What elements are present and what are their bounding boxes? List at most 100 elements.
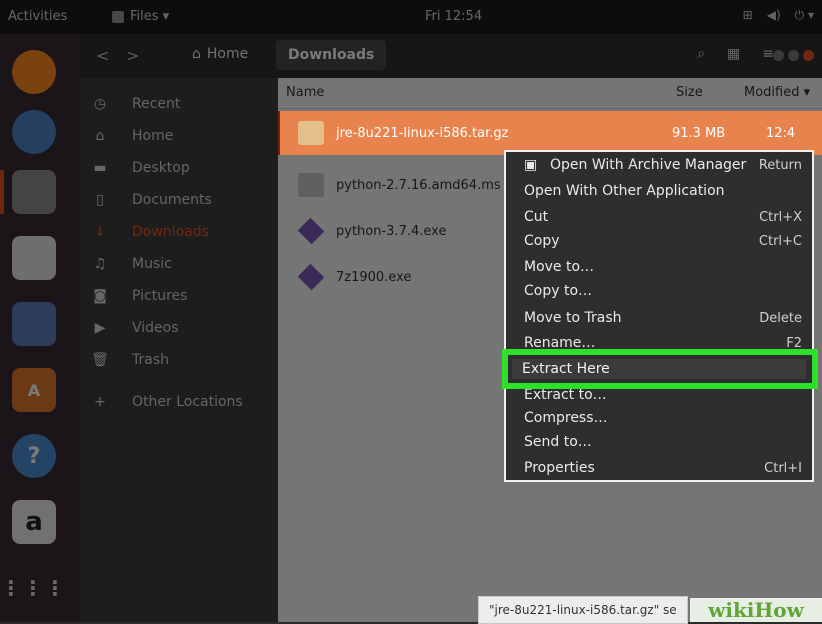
video-icon: ▶ xyxy=(94,320,106,336)
sidebar-item-home[interactable]: ⌂ Home xyxy=(80,120,278,152)
selected-file-row[interactable]: jre-8u221-linux-i586.tar.gz 91.3 MB 12:4 xyxy=(280,111,822,155)
writer-icon[interactable] xyxy=(12,302,56,346)
menu-item-label: Open With Archive Manager xyxy=(550,157,747,173)
menu-item-shortcut: Ctrl+I xyxy=(764,460,802,476)
top-bar: Activities Files ▾ Fri 12:54 ⊞ ◀) ⏻ ▾ xyxy=(0,0,822,34)
sidebar-item-label: Home xyxy=(132,128,174,144)
exe-icon xyxy=(297,217,325,245)
column-name[interactable]: Name xyxy=(286,85,324,100)
menu-item-compress[interactable]: Compress… xyxy=(524,407,806,429)
files-icon xyxy=(112,10,124,23)
clock[interactable]: Fri 12:54 xyxy=(425,9,482,24)
active-indicator xyxy=(0,170,4,214)
column-size[interactable]: Size xyxy=(676,85,703,100)
search-icon[interactable]: ⌕ xyxy=(697,46,705,62)
sidebar-item-trash[interactable]: 🗑 Trash xyxy=(80,344,278,376)
package-icon xyxy=(298,173,324,197)
menu-item-label: Open With Other Application xyxy=(524,183,725,199)
view-grid-icon[interactable]: ▦ xyxy=(727,46,740,62)
menu-item-cut[interactable]: Cut Ctrl+X xyxy=(524,206,806,228)
power-icon: ⏻ ▾ xyxy=(794,8,814,22)
firefox-icon[interactable] xyxy=(12,50,56,94)
menu-item-open-archive-manager[interactable]: ▣ Open With Archive Manager Return xyxy=(524,154,806,176)
system-tray[interactable]: ⊞ ◀) ⏻ ▾ xyxy=(743,8,814,23)
context-menu: ▣ Open With Archive Manager Return Open Wi… xyxy=(504,150,814,482)
activities-button[interactable]: Activities xyxy=(8,9,67,24)
menu-item-send-to[interactable]: Send to… xyxy=(524,431,806,453)
amazon-icon[interactable]: a xyxy=(12,500,56,544)
sidebar-item-label: Music xyxy=(132,256,172,272)
menu-item-label: Send to… xyxy=(524,434,592,450)
column-header: Name Size Modified ▾ xyxy=(278,78,822,109)
menu-item-properties[interactable]: Properties Ctrl+I xyxy=(524,457,806,479)
selected-file-size: 91.3 MB xyxy=(672,125,726,141)
dock: A ? a ⋮⋮⋮ xyxy=(0,34,80,622)
trash-icon: 🗑 xyxy=(91,352,109,368)
files-app-menu-label: Files ▾ xyxy=(130,9,170,24)
menu-item-label: Properties xyxy=(524,460,595,476)
files-dock-icon[interactable] xyxy=(12,170,56,214)
minimize-button[interactable] xyxy=(773,50,784,61)
sidebar-item-label: Videos xyxy=(132,320,179,336)
back-button[interactable]: < xyxy=(96,46,109,65)
menu-item-move-to[interactable]: Move to… xyxy=(524,256,806,278)
menu-item-move-to-trash[interactable]: Move to Trash Delete xyxy=(524,307,806,329)
menu-item-copy-to[interactable]: Copy to… xyxy=(524,280,806,302)
files-app-menu[interactable]: Files ▾ xyxy=(112,9,169,24)
sidebar-item-label: Pictures xyxy=(132,288,188,304)
close-button[interactable] xyxy=(803,50,814,61)
home-icon: ⌂ xyxy=(95,128,105,144)
folder-icon: ▬ xyxy=(93,160,107,176)
breadcrumb-home[interactable]: ⌂ Home xyxy=(192,46,248,62)
sidebar-item-label: Desktop xyxy=(132,160,190,176)
menu-item-copy[interactable]: Copy Ctrl+C xyxy=(524,230,806,252)
forward-button[interactable]: > xyxy=(126,46,139,65)
sidebar-item-label: Trash xyxy=(132,352,169,368)
sidebar-item-label: Recent xyxy=(132,96,181,112)
breadcrumb-home-label: Home xyxy=(206,46,249,62)
file-name: python-2.7.16.amd64.ms xyxy=(336,177,501,193)
menu-item-shortcut: Ctrl+X xyxy=(759,209,802,225)
menu-item-label: Copy xyxy=(524,233,560,249)
network-icon: ⊞ xyxy=(742,8,753,22)
maximize-button[interactable] xyxy=(788,50,799,61)
help-icon[interactable]: ? xyxy=(12,434,56,478)
column-modified[interactable]: Modified ▾ xyxy=(744,85,810,100)
menu-item-shortcut: Return xyxy=(758,157,802,173)
header-bar: < > ⌂ Home Downloads ⌕ ▦ ≡ xyxy=(80,34,822,78)
exe-icon xyxy=(297,263,325,291)
status-bar: "jre-8u221-linux-i586.tar.gz" se xyxy=(478,596,688,624)
menu-item-label: Move to… xyxy=(524,259,595,275)
home-icon: ⌂ xyxy=(192,46,201,62)
sidebar-item-videos[interactable]: ▶ Videos xyxy=(80,312,278,344)
menu-item-shortcut: Delete xyxy=(759,310,802,326)
sidebar-item-music[interactable]: ♫ Music xyxy=(80,248,278,280)
archive-icon xyxy=(298,121,324,145)
menu-item-shortcut: Ctrl+C xyxy=(758,233,802,249)
apps-grid-icon[interactable]: ⋮⋮⋮ xyxy=(1,566,65,610)
rhythmbox-icon[interactable] xyxy=(12,236,56,280)
menu-item-label: Compress… xyxy=(524,410,608,426)
breadcrumb-downloads[interactable]: Downloads xyxy=(276,40,387,70)
file-name: python-3.7.4.exe xyxy=(336,223,447,239)
menu-item-extract-here[interactable]: Extract Here xyxy=(522,359,610,379)
sidebar-item-label: Other Locations xyxy=(132,394,243,410)
menu-item-open-other[interactable]: Open With Other Application xyxy=(524,180,806,202)
menu-item-label: Cut xyxy=(524,209,549,225)
menu-item-label: Copy to… xyxy=(524,283,593,299)
window-controls xyxy=(773,50,814,61)
sidebar-item-label: Downloads xyxy=(132,224,209,240)
archive-manager-icon: ▣ xyxy=(524,157,538,173)
selected-file-modified: 12:4 xyxy=(766,125,796,141)
sidebar-item-downloads[interactable]: ↓ Downloads xyxy=(80,216,278,248)
download-icon: ↓ xyxy=(94,224,106,240)
sidebar-item-documents[interactable]: ▯ Documents xyxy=(80,184,278,216)
sidebar-item-desktop[interactable]: ▬ Desktop xyxy=(80,152,278,184)
sidebar-item-other-locations[interactable]: + Other Locations xyxy=(80,386,278,418)
sidebar-item-recent[interactable]: ◷ Recent xyxy=(80,88,278,120)
software-icon[interactable]: A xyxy=(12,368,56,412)
thunderbird-icon[interactable] xyxy=(12,110,56,154)
plus-icon: + xyxy=(94,394,106,410)
sidebar-item-label: Documents xyxy=(132,192,212,208)
sidebar-item-pictures[interactable]: ◙ Pictures xyxy=(80,280,278,312)
